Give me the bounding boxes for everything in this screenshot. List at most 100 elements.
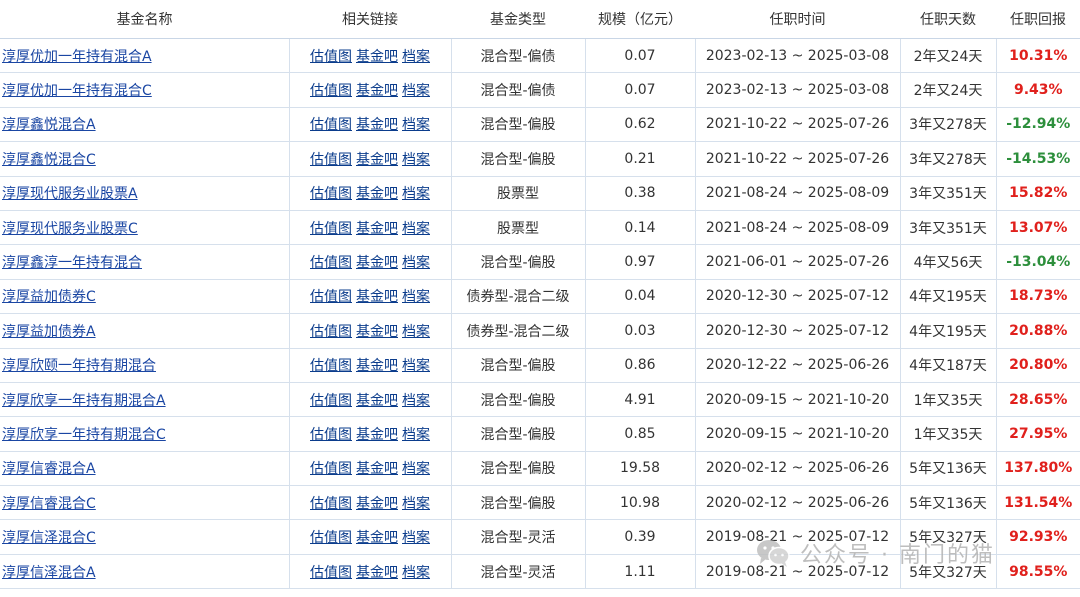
tenure-return-cell: 98.55% [995, 553, 1080, 590]
fund-name-cell: 淳厚现代服务业股票A [0, 175, 290, 211]
related-links-cell: 估值图 基金吧 档案 [288, 175, 452, 211]
fund-forum-link[interactable]: 基金吧 [356, 49, 398, 65]
fund-forum-link[interactable]: 基金吧 [356, 152, 398, 168]
table-row: 淳厚优加一年持有混合A 估值图 基金吧 档案 混合型-偏债 0.07 2023-02-13 … [0, 37, 1080, 74]
tenure-return-cell: 20.88% [995, 313, 1080, 349]
fund-forum-link[interactable]: 基金吧 [356, 186, 398, 202]
fund-forum-link[interactable]: 基金吧 [356, 530, 398, 546]
tenure-days-cell: 4年又187天 [899, 347, 997, 383]
fund-size-cell: 0.07 [584, 72, 696, 108]
fund-profile-link[interactable]: 档案 [402, 255, 430, 271]
fund-name-cell: 淳厚信泽混合C [0, 519, 290, 555]
fund-name-link[interactable]: 淳厚鑫悦混合C [2, 152, 96, 168]
valuation-chart-link[interactable]: 估值图 [310, 255, 352, 271]
valuation-chart-link[interactable]: 估值图 [310, 461, 352, 477]
tenure-days-cell: 1年又35天 [899, 416, 997, 452]
valuation-chart-link[interactable]: 估值图 [310, 358, 352, 374]
fund-profile-link[interactable]: 档案 [402, 324, 430, 340]
fund-profile-link[interactable]: 档案 [402, 565, 430, 581]
fund-name-link[interactable]: 淳厚信睿混合C [2, 496, 96, 512]
valuation-chart-link[interactable]: 估值图 [310, 83, 352, 99]
valuation-chart-link[interactable]: 估值图 [310, 49, 352, 65]
valuation-chart-link[interactable]: 估值图 [310, 324, 352, 340]
fund-size-cell: 0.85 [584, 416, 696, 452]
table-row: 淳厚现代服务业股票C 估值图 基金吧 档案 股票型 0.14 2021-08-24 ~ 20… [0, 209, 1080, 246]
fund-forum-link[interactable]: 基金吧 [356, 461, 398, 477]
fund-profile-link[interactable]: 档案 [402, 461, 430, 477]
fund-name-link[interactable]: 淳厚欣享一年持有期混合C [2, 427, 166, 443]
tenure-days-cell: 5年又327天 [899, 553, 997, 590]
valuation-chart-link[interactable]: 估值图 [310, 393, 352, 409]
fund-name-cell: 淳厚欣享一年持有期混合A [0, 381, 290, 418]
valuation-chart-link[interactable]: 估值图 [310, 221, 352, 237]
fund-profile-link[interactable]: 档案 [402, 289, 430, 305]
fund-name-link[interactable]: 淳厚欣颐一年持有期混合 [2, 358, 156, 374]
tenure-return-cell: 137.80% [995, 450, 1080, 487]
fund-type-cell: 混合型-偏股 [450, 416, 586, 452]
fund-type-cell: 混合型-偏债 [450, 72, 586, 108]
tenure-return-cell: -13.04% [995, 244, 1080, 280]
table-row: 淳厚益加债券A 估值图 基金吧 档案 债券型-混合二级 0.03 2020-12-30 ~ … [0, 313, 1080, 349]
valuation-chart-link[interactable]: 估值图 [310, 152, 352, 168]
fund-name-link[interactable]: 淳厚鑫淳一年持有混合 [2, 255, 142, 271]
fund-profile-link[interactable]: 档案 [402, 83, 430, 99]
fund-name-link[interactable]: 淳厚信泽混合A [2, 565, 96, 581]
related-links-cell: 估值图 基金吧 档案 [288, 141, 452, 177]
fund-name-link[interactable]: 淳厚现代服务业股票C [2, 221, 138, 237]
tenure-return-cell: -14.53% [995, 141, 1080, 177]
fund-name-link[interactable]: 淳厚鑫悦混合A [2, 117, 96, 133]
fund-profile-link[interactable]: 档案 [402, 530, 430, 546]
fund-forum-link[interactable]: 基金吧 [356, 393, 398, 409]
fund-name-link[interactable]: 淳厚现代服务业股票A [2, 186, 138, 202]
tenure-return-cell: -12.94% [995, 106, 1080, 143]
fund-profile-link[interactable]: 档案 [402, 152, 430, 168]
fund-forum-link[interactable]: 基金吧 [356, 496, 398, 512]
fund-profile-link[interactable]: 档案 [402, 427, 430, 443]
fund-name-link[interactable]: 淳厚信泽混合C [2, 530, 96, 546]
fund-forum-link[interactable]: 基金吧 [356, 289, 398, 305]
valuation-chart-link[interactable]: 估值图 [310, 427, 352, 443]
fund-forum-link[interactable]: 基金吧 [356, 255, 398, 271]
fund-type-cell: 混合型-偏股 [450, 244, 586, 280]
fund-profile-link[interactable]: 档案 [402, 358, 430, 374]
tenure-days-cell: 3年又351天 [899, 209, 997, 246]
fund-profile-link[interactable]: 档案 [402, 393, 430, 409]
valuation-chart-link[interactable]: 估值图 [310, 117, 352, 133]
fund-profile-link[interactable]: 档案 [402, 221, 430, 237]
fund-name-cell: 淳厚优加一年持有混合A [0, 37, 290, 74]
fund-name-link[interactable]: 淳厚欣享一年持有期混合A [2, 393, 166, 409]
fund-name-link[interactable]: 淳厚优加一年持有混合A [2, 49, 152, 65]
fund-profile-link[interactable]: 档案 [402, 49, 430, 65]
valuation-chart-link[interactable]: 估值图 [310, 496, 352, 512]
related-links-cell: 估值图 基金吧 档案 [288, 485, 452, 521]
tenure-days-cell: 4年又195天 [899, 278, 997, 315]
related-links-cell: 估值图 基金吧 档案 [288, 313, 452, 349]
valuation-chart-link[interactable]: 估值图 [310, 186, 352, 202]
fund-forum-link[interactable]: 基金吧 [356, 83, 398, 99]
fund-name-cell: 淳厚鑫淳一年持有混合 [0, 244, 290, 280]
fund-profile-link[interactable]: 档案 [402, 496, 430, 512]
table-row: 淳厚现代服务业股票A 估值图 基金吧 档案 股票型 0.38 2021-08-24 ~ 20… [0, 175, 1080, 211]
fund-forum-link[interactable]: 基金吧 [356, 324, 398, 340]
fund-forum-link[interactable]: 基金吧 [356, 358, 398, 374]
fund-profile-link[interactable]: 档案 [402, 117, 430, 133]
tenure-period-cell: 2023-02-13 ~ 2025-03-08 [694, 37, 901, 74]
tenure-period-cell: 2021-06-01 ~ 2025-07-26 [694, 244, 901, 280]
related-links-cell: 估值图 基金吧 档案 [288, 519, 452, 555]
fund-forum-link[interactable]: 基金吧 [356, 221, 398, 237]
fund-forum-link[interactable]: 基金吧 [356, 565, 398, 581]
fund-type-cell: 股票型 [450, 175, 586, 211]
fund-forum-link[interactable]: 基金吧 [356, 427, 398, 443]
fund-forum-link[interactable]: 基金吧 [356, 117, 398, 133]
valuation-chart-link[interactable]: 估值图 [310, 530, 352, 546]
fund-name-link[interactable]: 淳厚信睿混合A [2, 461, 96, 477]
fund-profile-link[interactable]: 档案 [402, 186, 430, 202]
fund-size-cell: 0.07 [584, 37, 696, 74]
valuation-chart-link[interactable]: 估值图 [310, 289, 352, 305]
fund-name-link[interactable]: 淳厚益加债券A [2, 324, 96, 340]
fund-name-link[interactable]: 淳厚优加一年持有混合C [2, 83, 152, 99]
fund-name-cell: 淳厚信睿混合C [0, 485, 290, 521]
tenure-period-cell: 2020-12-30 ~ 2025-07-12 [694, 278, 901, 315]
fund-name-link[interactable]: 淳厚益加债券C [2, 289, 96, 305]
valuation-chart-link[interactable]: 估值图 [310, 565, 352, 581]
